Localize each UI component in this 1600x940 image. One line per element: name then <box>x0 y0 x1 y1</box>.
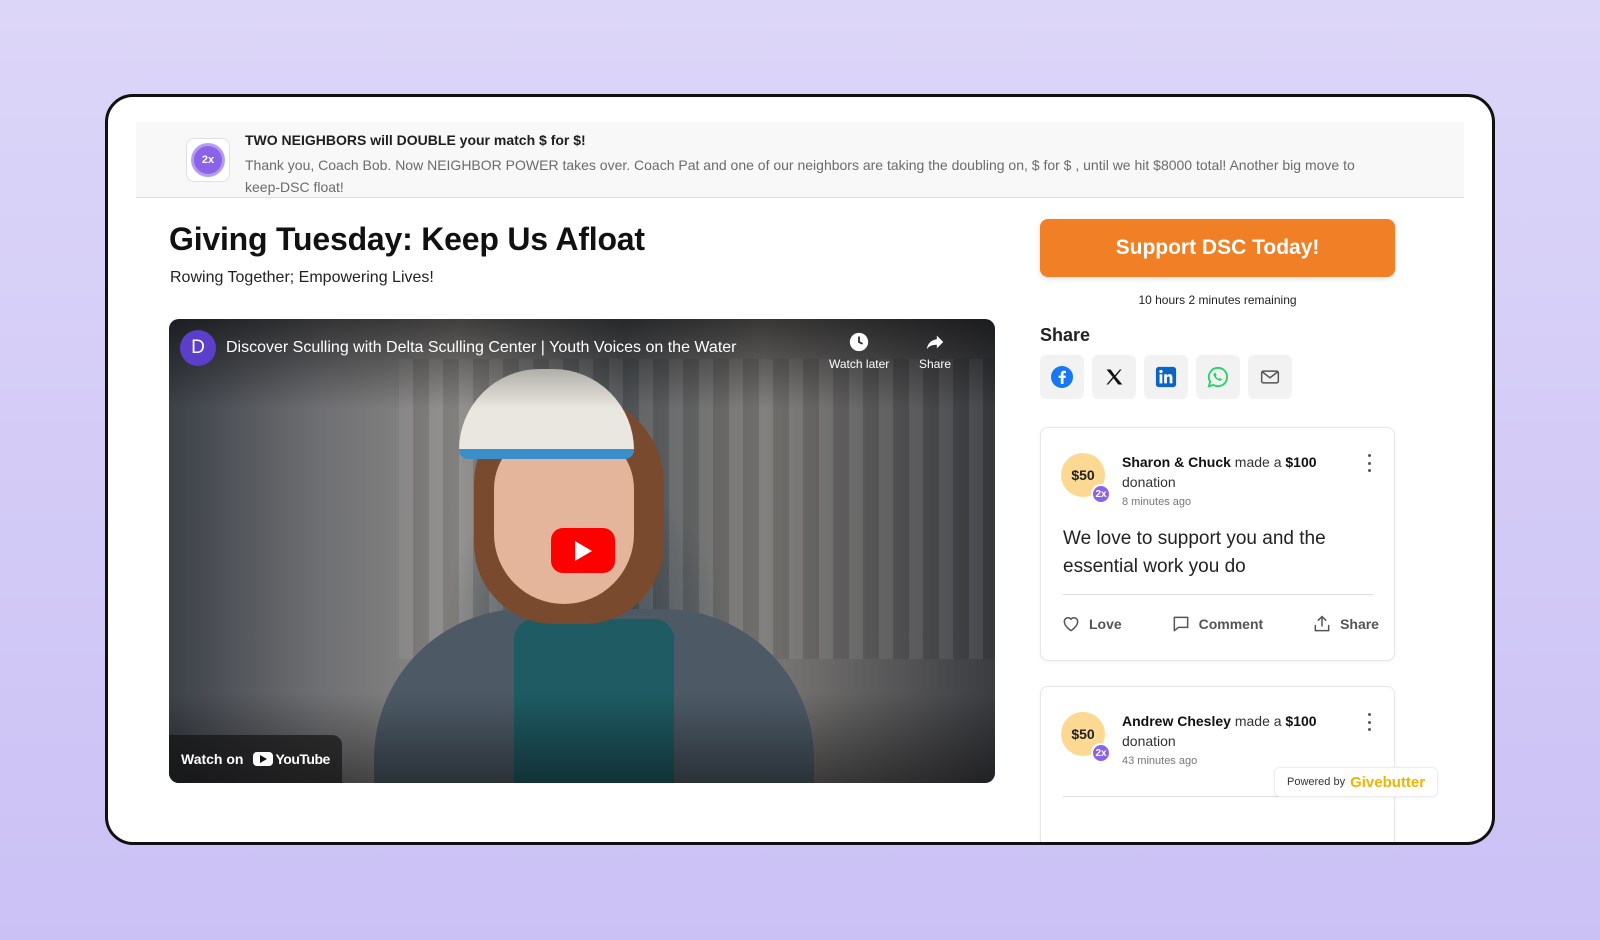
campaign-window: 2x TWO NEIGHBORS will DOUBLE your match … <box>105 94 1495 845</box>
page-title: Giving Tuesday: Keep Us Afloat <box>169 221 645 257</box>
banner-text: Thank you, Coach Bob. Now NEIGHBOR POWER… <box>245 157 1355 195</box>
x-share-button[interactable] <box>1092 355 1136 399</box>
donor-name: Sharon & Chuck <box>1122 454 1231 470</box>
donation-card: $50 2x Sharon & Chuck made a $100 donati… <box>1040 427 1395 661</box>
donation-time: 8 minutes ago <box>1122 496 1192 508</box>
play-button[interactable] <box>551 528 615 573</box>
x-icon <box>1106 369 1123 385</box>
comment-icon <box>1173 616 1189 632</box>
match-badge-icon: 2x <box>186 138 230 182</box>
youtube-wordmark: YouTube <box>275 751 330 767</box>
share-buttons <box>1040 355 1292 399</box>
share-heading: Share <box>1040 325 1091 345</box>
watch-later-button[interactable]: Watch later <box>829 331 889 371</box>
whatsapp-icon <box>1207 366 1229 388</box>
love-button[interactable]: Love <box>1061 614 1122 634</box>
facebook-icon <box>1051 366 1073 388</box>
match-multiplier-badge: 2x <box>1091 743 1111 763</box>
donation-total: $100 <box>1285 713 1317 729</box>
email-icon <box>1260 370 1280 384</box>
donation-total: $100 <box>1285 454 1317 470</box>
channel-avatar[interactable]: D <box>180 330 216 366</box>
match-banner: 2x TWO NEIGHBORS will DOUBLE your match … <box>136 122 1464 198</box>
donation-summary: Sharon & Chuck made a $100 donation <box>1122 454 1317 490</box>
linkedin-icon <box>1155 366 1177 388</box>
clock-icon <box>849 332 869 352</box>
watch-later-label: Watch later <box>829 357 890 371</box>
givebutter-logo: Givebutter <box>1350 773 1426 791</box>
share-arrow-icon <box>926 335 944 350</box>
email-share-button[interactable] <box>1248 355 1292 399</box>
watch-on-label: Watch on <box>181 751 244 767</box>
match-multiplier-badge: 2x <box>1091 484 1111 504</box>
card-divider <box>1063 594 1373 595</box>
heart-icon <box>1063 617 1079 632</box>
video-title[interactable]: Discover Sculling with Delta Sculling Ce… <box>226 339 737 357</box>
powered-by-label: Powered by <box>1287 776 1346 788</box>
whatsapp-share-button[interactable] <box>1196 355 1240 399</box>
donation-card: $50 2x Andrew Chesley made a $100 donati… <box>1040 686 1395 842</box>
more-options-icon[interactable] <box>1366 454 1372 472</box>
time-remaining: 10 hours 2 minutes remaining <box>1138 293 1297 307</box>
donor-name: Andrew Chesley <box>1122 713 1231 729</box>
donation-summary: Andrew Chesley made a $100 donation <box>1122 713 1317 749</box>
page-subtitle: Rowing Together; Empowering Lives! <box>170 269 434 286</box>
youtube-logo-icon: YouTube <box>253 751 330 767</box>
share-button[interactable]: Share <box>1312 614 1379 634</box>
support-button[interactable]: Support DSC Today! <box>1040 219 1395 277</box>
powered-by-badge[interactable]: Powered by Givebutter <box>1274 767 1439 797</box>
upload-share-icon <box>1314 615 1330 632</box>
facebook-share-button[interactable] <box>1040 355 1084 399</box>
banner-title: TWO NEIGHBORS will DOUBLE your match $ f… <box>245 132 586 148</box>
video-share-label: Share <box>919 357 952 371</box>
more-options-icon[interactable] <box>1366 713 1372 731</box>
comment-button[interactable]: Comment <box>1171 614 1263 634</box>
watch-on-youtube-link[interactable]: Watch on YouTube <box>169 735 342 783</box>
play-icon <box>575 540 592 561</box>
donation-time: 43 minutes ago <box>1122 755 1198 767</box>
video-player[interactable]: D Discover Sculling with Delta Sculling … <box>169 319 995 783</box>
linkedin-share-button[interactable] <box>1144 355 1188 399</box>
donation-message: We love to support you and the essential… <box>1063 528 1326 577</box>
donation-actions: Love Comment Share <box>1061 614 1379 634</box>
video-share-button[interactable]: Share <box>919 331 951 371</box>
